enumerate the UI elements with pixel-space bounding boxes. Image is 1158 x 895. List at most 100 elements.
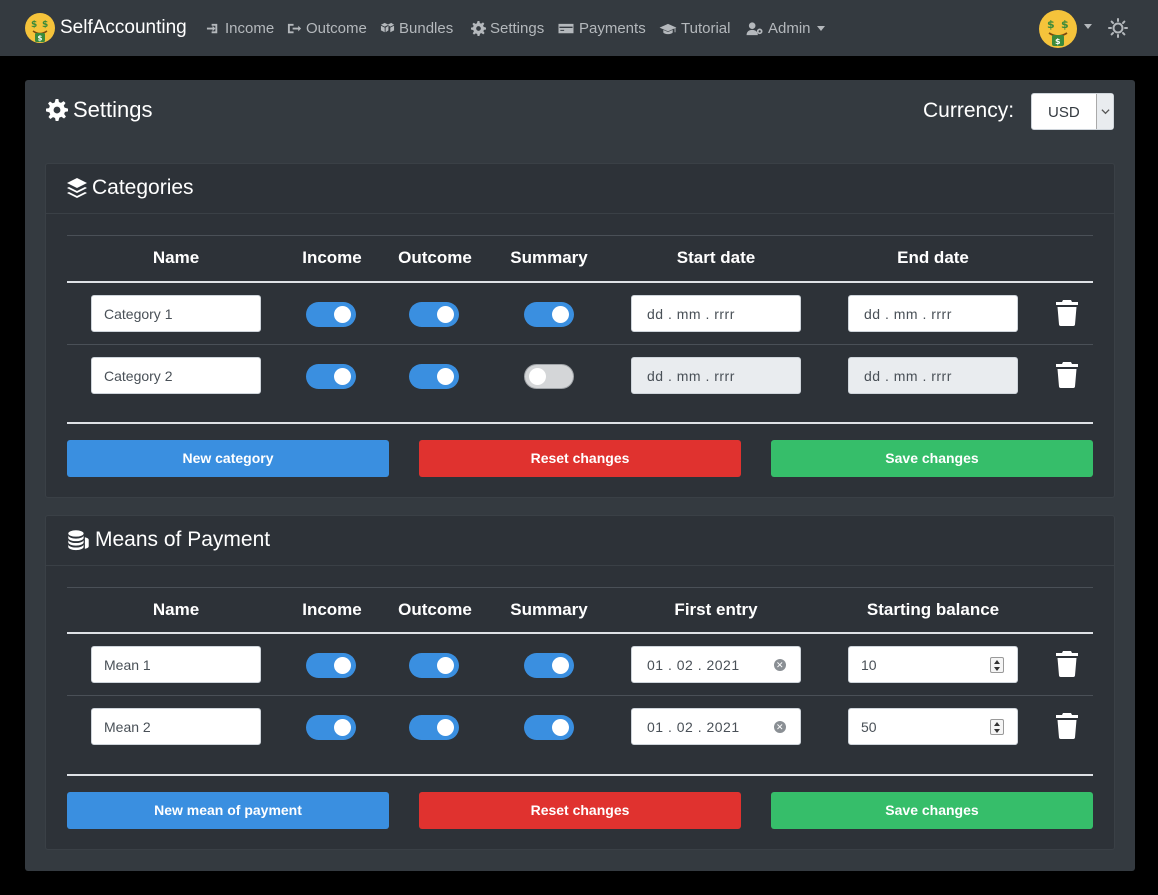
reset-categories-button[interactable]: Reset changes <box>419 440 741 477</box>
settings-header: Settings Currency: USD <box>25 80 1135 142</box>
table-top-border <box>67 587 1093 588</box>
graduation-cap-icon <box>659 23 677 34</box>
payments-title: Means of Payment <box>67 528 270 552</box>
payment-name-input[interactable]: Mean 2 <box>91 708 261 745</box>
nav-admin-dropdown[interactable]: Admin <box>746 18 825 38</box>
page-title-text: Settings <box>73 97 153 122</box>
categories-card: Categories Name Income Outcome Summary S… <box>45 163 1115 498</box>
reset-payments-button[interactable]: Reset changes <box>419 792 741 829</box>
table-header-border <box>67 632 1093 634</box>
outcome-toggle[interactable] <box>409 715 459 740</box>
svg-text:$: $ <box>38 35 43 43</box>
svg-text:$: $ <box>1055 37 1061 46</box>
starting-balance-value: 10 <box>861 657 877 673</box>
outcome-toggle[interactable] <box>409 364 459 389</box>
column-header-outcome: Outcome <box>398 600 472 619</box>
brand-link[interactable]: $ $ $ SelfAccounting <box>24 11 187 45</box>
income-toggle[interactable] <box>306 715 356 740</box>
first-entry-input[interactable]: 01 . 02 . 2021 ✕ <box>631 646 801 683</box>
payments-title-text: Means of Payment <box>95 528 271 551</box>
table-bottom-border <box>67 774 1093 776</box>
nav-payments[interactable]: Payments <box>557 18 646 38</box>
income-toggle[interactable] <box>306 364 356 389</box>
categories-title-text: Categories <box>92 176 194 199</box>
summary-toggle[interactable] <box>524 302 574 327</box>
nav-tutorial[interactable]: Tutorial <box>659 18 730 38</box>
table-bottom-border <box>67 422 1093 424</box>
trash-icon[interactable] <box>1056 651 1078 677</box>
save-categories-button[interactable]: Save changes <box>771 440 1093 477</box>
end-date-input[interactable]: dd . mm . rrrr <box>848 357 1018 394</box>
nav-bundles[interactable]: Bundles <box>380 18 453 38</box>
column-header-outcome: Outcome <box>398 248 472 267</box>
spinner-icon[interactable] <box>990 719 1004 735</box>
nav-income-label: Income <box>225 19 275 37</box>
payment-name-input[interactable]: Mean 1 <box>91 646 261 683</box>
summary-toggle[interactable] <box>524 364 574 389</box>
payments-card: Means of Payment Name Income Outcome Sum… <box>45 515 1115 850</box>
sun-icon[interactable] <box>1108 18 1128 38</box>
spinner-icon[interactable] <box>990 657 1004 673</box>
navbar: $ $ $ SelfAccounting Income Outcome Bund… <box>0 0 1158 56</box>
table-header-border <box>67 281 1093 283</box>
trash-icon[interactable] <box>1056 300 1078 326</box>
chevron-down-icon <box>816 25 825 31</box>
start-date-input[interactable]: dd . mm . rrrr <box>631 357 801 394</box>
chevron-down-icon[interactable] <box>1096 94 1113 129</box>
trash-icon[interactable] <box>1056 362 1078 388</box>
outcome-toggle[interactable] <box>409 302 459 327</box>
credit-card-icon <box>558 23 574 33</box>
nav-admin-label: Admin <box>768 19 811 37</box>
income-toggle[interactable] <box>306 653 356 678</box>
currency-select[interactable]: USD <box>1031 93 1114 130</box>
new-payment-button[interactable]: New mean of payment <box>67 792 389 829</box>
end-date-input[interactable]: dd . mm . rrrr <box>848 295 1018 332</box>
summary-toggle[interactable] <box>524 653 574 678</box>
column-header-name: Name <box>152 248 200 267</box>
column-header-first-entry: First entry <box>674 600 758 619</box>
starting-balance-input[interactable]: 50 <box>848 708 1018 745</box>
avatar-chevron-down-icon[interactable] <box>1084 24 1092 29</box>
income-toggle[interactable] <box>306 302 356 327</box>
clear-icon[interactable]: ✕ <box>774 659 786 671</box>
column-header-name: Name <box>152 600 200 619</box>
currency-value: USD <box>1048 104 1080 121</box>
outcome-toggle[interactable] <box>409 653 459 678</box>
column-header-income: Income <box>302 248 362 267</box>
category-name-input[interactable]: Category 1 <box>91 295 261 332</box>
coins-icon <box>68 529 89 550</box>
starting-balance-input[interactable]: 10 <box>848 646 1018 683</box>
nav-income[interactable]: Income <box>206 18 274 38</box>
sign-in-icon <box>206 23 218 33</box>
nav-outcome-label: Outcome <box>306 19 367 37</box>
svg-text:$: $ <box>1061 18 1069 31</box>
payments-header: Means of Payment <box>46 516 1114 566</box>
category-name-input[interactable]: Category 2 <box>91 357 261 394</box>
user-cog-icon <box>746 21 763 35</box>
first-entry-value: 01 . 02 . 2021 <box>647 657 740 673</box>
svg-text:$: $ <box>42 20 48 30</box>
column-header-summary: Summary <box>510 248 588 267</box>
settings-card: Settings Currency: USD Categories Name I… <box>25 80 1135 871</box>
categories-title: Categories <box>67 176 194 200</box>
nav-settings[interactable]: Settings <box>471 18 544 38</box>
sign-out-icon <box>287 23 302 33</box>
start-date-input[interactable]: dd . mm . rrrr <box>631 295 801 332</box>
first-entry-input[interactable]: 01 . 02 . 2021 ✕ <box>631 708 801 745</box>
svg-text:$: $ <box>31 20 37 30</box>
trash-icon[interactable] <box>1056 713 1078 739</box>
column-header-start-date: Start date <box>676 248 756 267</box>
summary-toggle[interactable] <box>524 715 574 740</box>
table-top-border <box>67 235 1093 236</box>
categories-header: Categories <box>46 164 1114 214</box>
gear-icon <box>471 20 486 36</box>
avatar[interactable]: $ $ $ <box>1038 9 1078 49</box>
currency-label: Currency: <box>923 99 1015 122</box>
nav-outcome[interactable]: Outcome <box>287 18 367 38</box>
clear-icon[interactable]: ✕ <box>774 721 786 733</box>
save-payments-button[interactable]: Save changes <box>771 792 1093 829</box>
money-mouth-face-icon: $ $ $ <box>25 13 55 43</box>
column-header-summary: Summary <box>510 600 588 619</box>
new-category-button[interactable]: New category <box>67 440 389 477</box>
nav-bundles-label: Bundles <box>399 19 454 37</box>
